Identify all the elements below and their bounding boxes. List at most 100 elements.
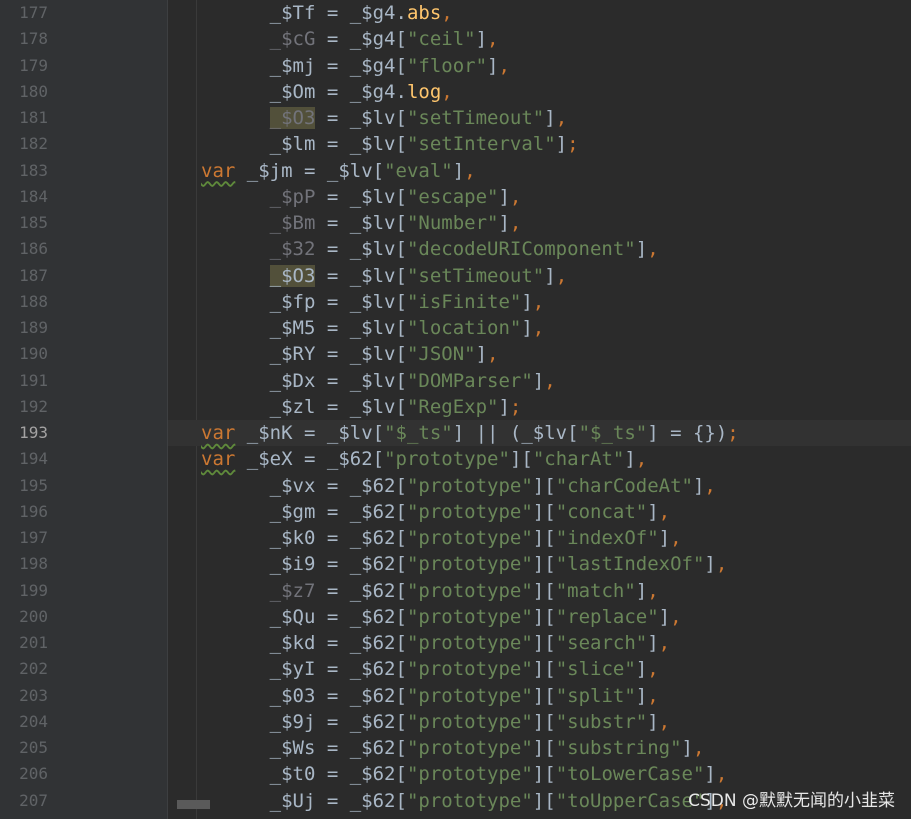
code-text[interactable]: _$yI = _$62["prototype"]["slice"], [201, 656, 659, 682]
code-token: , [555, 264, 568, 287]
code-text[interactable]: _$kd = _$62["prototype"]["search"], [201, 630, 670, 656]
code-line[interactable]: 177 _$Tf = _$g4.abs, [0, 0, 911, 26]
string-token: "RegExp" [406, 395, 499, 418]
code-text[interactable]: _$Tf = _$g4.abs, [201, 0, 453, 26]
code-line[interactable]: 196 _$gm = _$62["prototype"]["concat"], [0, 499, 911, 525]
code-text[interactable]: _$fp = _$lv["isFinite"], [201, 289, 545, 315]
code-line[interactable]: 184 _$pP = _$lv["escape"], [0, 184, 911, 210]
string-token: "prototype" [406, 474, 533, 497]
code-line[interactable]: 205 _$Ws = _$62["prototype"]["substring"… [0, 735, 911, 761]
code-token: _$eX [246, 448, 293, 471]
string-token: "location" [406, 317, 522, 339]
code-token: = [292, 448, 327, 471]
code-text[interactable]: _$Om = _$g4.log, [201, 79, 453, 105]
code-text[interactable]: _$O3 = _$lv["setTimeout"], [201, 105, 567, 131]
code-text[interactable]: _$Dx = _$lv["DOMParser"], [201, 368, 556, 394]
code-line[interactable]: 190 _$RY = _$lv["JSON"], [0, 341, 911, 367]
code-token: _$lv [326, 159, 373, 182]
code-line[interactable]: 206 _$t0 = _$62["prototype"]["toLowerCas… [0, 761, 911, 787]
code-line[interactable]: 193 var _$nK = _$lv["$_ts"] || (_$lv["$_t… [0, 420, 911, 447]
code-line[interactable]: 182 _$lm = _$lv["setInterval"]; [0, 131, 911, 157]
code-token: ][ [509, 448, 533, 471]
code-token: = [315, 185, 350, 208]
code-text[interactable]: _$Uj = _$62["prototype"]["toUpperCase"], [201, 788, 728, 814]
code-text[interactable]: var _$jm = _$lv["eval"], [201, 158, 476, 184]
code-token: _$RY [269, 343, 316, 366]
code-editor[interactable]: 177 _$Tf = _$g4.abs, 178 _$cG = _$g4["cei… [0, 0, 911, 819]
code-line[interactable]: 178 _$cG = _$g4["ceil"], [0, 26, 911, 52]
code-line[interactable]: 192 _$zl = _$lv["RegExp"]; [0, 394, 911, 420]
code-text[interactable]: _$z7 = _$62["prototype"]["match"], [201, 578, 659, 604]
code-token: = [315, 80, 350, 103]
code-line[interactable]: 200 _$Qu = _$62["prototype"]["replace"], [0, 604, 911, 630]
code-text[interactable]: _$gm = _$62["prototype"]["concat"], [201, 499, 670, 525]
code-line[interactable]: 181 _$O3 = _$lv["setTimeout"], [0, 105, 911, 131]
string-token: "prototype" [384, 448, 510, 471]
code-token: [ [395, 710, 407, 733]
code-token: ] [635, 684, 648, 707]
code-token: = [315, 789, 350, 812]
code-line[interactable]: 186 _$32 = _$lv["decodeURIComponent"], [0, 236, 911, 262]
code-line[interactable]: 197 _$k0 = _$62["prototype"]["indexOf"], [0, 525, 911, 551]
code-text[interactable]: _$Ws = _$62["prototype"]["substring"], [201, 735, 705, 761]
code-token: [ [395, 579, 407, 602]
code-text[interactable]: _$M5 = _$lv["location"], [201, 315, 545, 341]
code-line[interactable]: 201 _$kd = _$62["prototype"]["search"], [0, 630, 911, 656]
code-line[interactable]: 191 _$Dx = _$lv["DOMParser"], [0, 368, 911, 394]
line-number: 186 [19, 239, 48, 259]
code-text[interactable]: _$pP = _$lv["escape"], [201, 184, 522, 210]
code-line[interactable]: 198 _$i9 = _$62["prototype"]["lastIndexO… [0, 551, 911, 577]
code-line[interactable]: 202 _$yI = _$62["prototype"]["slice"], [0, 656, 911, 682]
code-text[interactable]: var _$nK = _$lv["$_ts"] || (_$lv["$_ts"]… [201, 420, 739, 446]
code-text[interactable]: _$mj = _$g4["floor"], [201, 53, 510, 79]
code-token: [ [395, 632, 407, 654]
code-text[interactable]: _$03 = _$62["prototype"]["split"], [201, 683, 659, 709]
code-text[interactable]: _$RY = _$lv["JSON"], [201, 341, 499, 367]
code-token: [ [395, 553, 407, 576]
code-line[interactable]: 185 _$Bm = _$lv["Number"], [0, 210, 911, 236]
code-token: [ [395, 264, 407, 287]
code-text[interactable]: _$t0 = _$62["prototype"]["toLowerCase"], [201, 761, 728, 787]
code-token: ][ [532, 579, 556, 602]
code-token: ; [727, 422, 739, 444]
horizontal-scrollbar-thumb[interactable] [177, 800, 210, 809]
code-line[interactable]: 195 _$vx = _$62["prototype"]["charCodeAt… [0, 473, 911, 499]
code-token: = [315, 737, 350, 759]
code-text[interactable]: _$32 = _$lv["decodeURIComponent"], [201, 236, 659, 262]
code-line[interactable]: 189 _$M5 = _$lv["location"], [0, 315, 911, 341]
code-line[interactable]: 203 _$03 = _$62["prototype"]["split"], [0, 683, 911, 709]
code-text[interactable]: _$k0 = _$62["prototype"]["indexOf"], [201, 525, 682, 551]
code-token: abs [406, 2, 442, 24]
string-token: "Number" [406, 212, 499, 234]
string-token: "toLowerCase" [555, 763, 705, 786]
code-line[interactable]: 180 _$Om = _$g4.log, [0, 79, 911, 105]
code-token: [ [395, 133, 407, 156]
string-token: "replace" [555, 605, 659, 628]
code-text[interactable]: _$lm = _$lv["setInterval"]; [201, 131, 579, 157]
code-text[interactable]: _$O3 = _$lv["setTimeout"], [201, 263, 567, 289]
code-token: ] || (_$lv[ [452, 422, 579, 444]
code-text[interactable]: _$vx = _$62["prototype"]["charCodeAt"], [201, 473, 716, 499]
code-token: ] [647, 632, 659, 654]
code-lines[interactable]: 177 _$Tf = _$g4.abs, 178 _$cG = _$g4["cei… [0, 0, 911, 814]
code-text[interactable]: var _$eX = _$62["prototype"]["charAt"], [201, 446, 647, 472]
code-line[interactable]: 187 _$O3 = _$lv["setTimeout"], [0, 263, 911, 289]
keyword-token: var [201, 448, 236, 471]
code-text[interactable]: _$i9 = _$62["prototype"]["lastIndexOf"], [201, 551, 728, 577]
code-line[interactable]: 188 _$fp = _$lv["isFinite"], [0, 289, 911, 315]
code-token: _$cG [269, 28, 316, 51]
code-line[interactable]: 179 _$mj = _$g4["floor"], [0, 53, 911, 79]
code-text[interactable]: _$Qu = _$62["prototype"]["replace"], [201, 604, 682, 630]
code-token: ] [544, 264, 556, 287]
code-line[interactable]: 183 var _$jm = _$lv["eval"], [0, 158, 911, 184]
code-text[interactable]: _$Bm = _$lv["Number"], [201, 210, 522, 236]
code-line[interactable]: 194 var _$eX = _$62["prototype"]["charAt"… [0, 446, 911, 472]
code-token: ] [692, 474, 705, 497]
code-text[interactable]: _$9j = _$62["prototype"]["substr"], [201, 709, 670, 735]
code-text[interactable]: _$zl = _$lv["RegExp"]; [201, 394, 522, 420]
code-line[interactable]: 199 _$z7 = _$62["prototype"]["match"], [0, 578, 911, 604]
code-line[interactable]: 204 _$9j = _$62["prototype"]["substr"], [0, 709, 911, 735]
code-text[interactable]: _$cG = _$g4["ceil"], [201, 26, 499, 52]
